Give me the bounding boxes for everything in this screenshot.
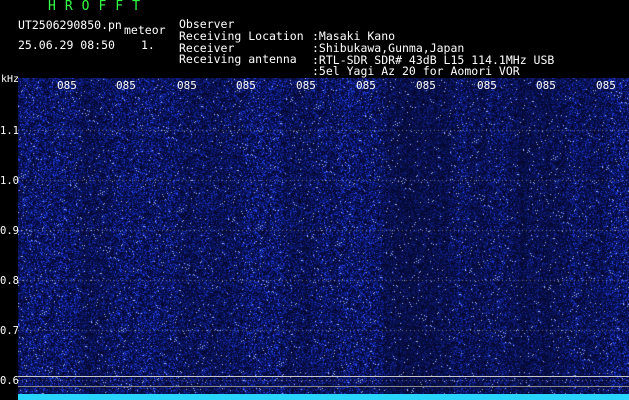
x-tick-label: 085 — [177, 79, 197, 92]
info-value: :5el Yagi Az 20 for Aomori VOR — [312, 64, 520, 78]
hrofft-window: HROFFT UT2506290850.pn meteor 25.06.29 0… — [0, 0, 629, 400]
x-tick-label: 085 — [596, 79, 616, 92]
x-tick-label: 085 — [296, 79, 316, 92]
x-tick-label: 085 — [236, 79, 256, 92]
info-row-observer: Observer :Masaki Kano — [179, 6, 395, 42]
info-label: Receiving antenna — [179, 52, 297, 66]
info-row-location: Receiving Location :Shibukawa,Gunma,Japa… — [179, 18, 464, 54]
x-tick-label: 085 — [57, 79, 77, 92]
x-tick-label: 085 — [116, 79, 136, 92]
y-tick-label: 1.1 — [0, 125, 19, 137]
event-count: 1. — [141, 38, 155, 52]
file-tag: meteor — [124, 23, 166, 37]
frequency-marker-line — [18, 386, 629, 387]
x-tick-label: 085 — [536, 79, 556, 92]
x-tick-label: 085 — [416, 79, 436, 92]
y-tick-label: 0.9 — [0, 225, 19, 237]
y-tick-label: 1.0 — [0, 175, 19, 187]
x-tick-label: 085 — [477, 79, 497, 92]
y-tick-label: 0.6 — [0, 375, 19, 387]
info-row-antenna: Receiving antenna :5el Yagi Az 20 for Ao… — [179, 41, 520, 77]
spectrogram-canvas — [18, 78, 629, 400]
x-tick-label: 085 — [356, 79, 376, 92]
date-time: 25.06.29 08:50 — [18, 38, 115, 52]
frequency-unit-label: kHz — [1, 74, 20, 85]
frequency-marker-line — [18, 376, 629, 377]
signal-baseline — [18, 394, 629, 400]
spectrogram-display — [18, 78, 629, 400]
y-tick-label: 0.7 — [0, 325, 19, 337]
file-name: UT2506290850.pn — [18, 18, 122, 32]
y-tick-label: 0.8 — [0, 275, 19, 287]
app-title: HROFFT — [48, 0, 149, 14]
